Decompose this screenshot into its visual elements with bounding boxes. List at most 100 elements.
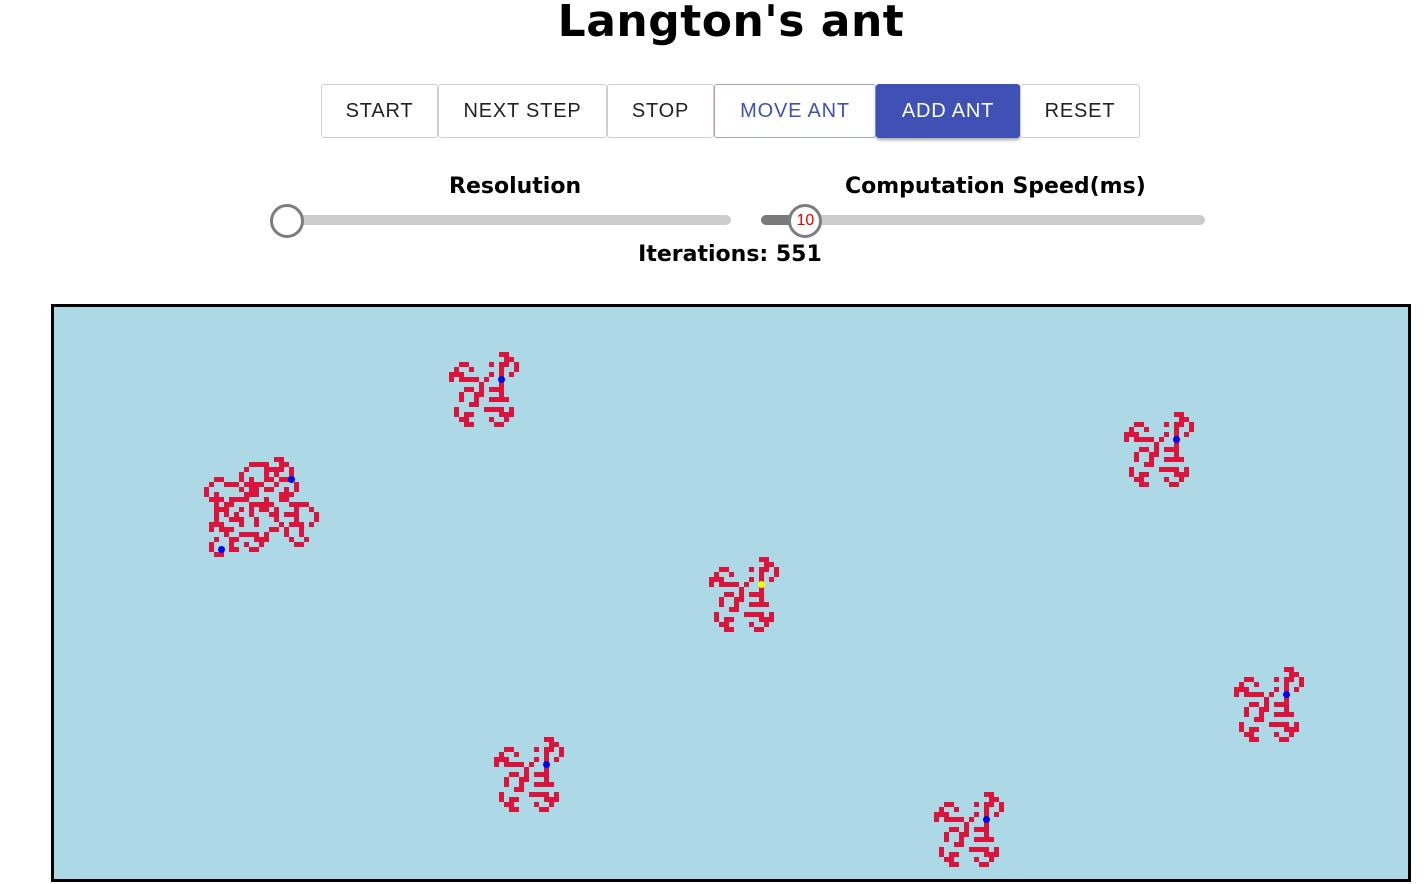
trail-cell <box>1144 427 1149 432</box>
trail-cell <box>464 417 469 422</box>
trail-cell <box>459 397 464 402</box>
trail-cell <box>499 412 504 417</box>
trail-cell <box>289 522 294 527</box>
add-ant-button[interactable]: ADD ANT <box>876 84 1020 138</box>
trail-cell <box>504 757 509 762</box>
trail-cell <box>984 802 989 807</box>
resolution-slider-track[interactable] <box>287 215 731 225</box>
trail-cell <box>1249 732 1254 737</box>
trail-cell <box>1269 692 1274 697</box>
trail-cell <box>454 367 459 372</box>
trail-cell <box>1179 477 1184 482</box>
stop-button[interactable]: STOP <box>607 84 714 138</box>
speed-slider-track[interactable] <box>761 215 1205 225</box>
trail-cell <box>539 782 544 787</box>
trail-cell <box>244 497 249 502</box>
trail-cell <box>254 522 259 527</box>
reset-button[interactable]: RESET <box>1020 84 1140 138</box>
ant[interactable] <box>498 376 505 383</box>
trail-cell <box>259 462 264 467</box>
trail-cell <box>984 807 989 812</box>
trail-cell <box>249 477 254 482</box>
ant[interactable] <box>983 816 990 823</box>
trail-cell <box>954 807 959 812</box>
selected-ant[interactable] <box>758 581 765 588</box>
trail-cell <box>274 527 279 532</box>
trail-cell <box>724 567 729 572</box>
trail-cell <box>299 522 304 527</box>
page-title: Langton's ant <box>557 0 905 47</box>
trail-cell <box>1164 432 1169 437</box>
trail-cell <box>989 837 994 842</box>
trail-cell <box>754 592 759 597</box>
trail-cell <box>514 362 519 367</box>
trail-cell <box>1249 677 1254 682</box>
trail-cell <box>509 747 514 752</box>
trail-cell <box>1134 422 1139 427</box>
trail-cell <box>1244 707 1249 712</box>
trail-cell <box>1184 467 1189 472</box>
trail-cell <box>274 482 279 487</box>
trail-cell <box>759 592 764 597</box>
next-step-button[interactable]: NEXT STEP <box>438 84 607 138</box>
ant-board[interactable] <box>51 304 1411 882</box>
trail-cell <box>979 827 984 832</box>
trail-cell <box>249 532 254 537</box>
trail-cell <box>1139 422 1144 427</box>
trail-cell <box>509 802 514 807</box>
trail-cell <box>729 592 734 597</box>
trail-cell <box>489 397 494 402</box>
move-ant-button[interactable]: MOVE ANT <box>714 84 876 138</box>
trail-cell <box>514 772 519 777</box>
trail-cell <box>714 572 719 577</box>
ant[interactable] <box>1283 691 1290 698</box>
trail-cell <box>719 602 724 607</box>
trail-cell <box>714 612 719 617</box>
trail-cell <box>499 367 504 372</box>
trail-cell <box>1184 432 1189 437</box>
trail-cell <box>224 502 229 507</box>
trail-cell <box>519 787 524 792</box>
trail-cell <box>479 392 484 397</box>
resolution-label: Resolution <box>449 174 582 199</box>
trail-cell <box>729 627 734 632</box>
trail-cell <box>544 797 549 802</box>
trail-cell <box>749 602 754 607</box>
trail-cell <box>1274 722 1279 727</box>
trail-cell <box>304 502 309 507</box>
trail-cell <box>1249 727 1254 732</box>
trail-cell <box>764 617 769 622</box>
ant-grid-canvas[interactable] <box>54 307 1408 879</box>
trail-cell <box>494 387 499 392</box>
trail-cell <box>214 537 219 542</box>
trail-cell <box>224 482 229 487</box>
ant[interactable] <box>218 546 225 553</box>
trail-cell <box>509 372 514 377</box>
trail-cell <box>1169 457 1174 462</box>
trail-cell <box>554 757 559 762</box>
trail-cell <box>214 512 219 517</box>
ant[interactable] <box>288 476 295 483</box>
trail-cell <box>229 482 234 487</box>
trail-cell <box>514 752 519 757</box>
ant[interactable] <box>543 761 550 768</box>
trail-cell <box>1299 682 1304 687</box>
trail-cell <box>719 577 724 582</box>
start-button[interactable]: START <box>321 84 438 138</box>
trail-cell <box>954 862 959 867</box>
trail-cell <box>1184 472 1189 477</box>
trail-cell <box>1289 732 1294 737</box>
trail-cell <box>939 807 944 812</box>
ant[interactable] <box>1173 436 1180 443</box>
resolution-slider-thumb[interactable] <box>270 204 304 238</box>
trail-cell <box>1294 687 1299 692</box>
trail-cell <box>264 472 269 477</box>
trail-cell <box>264 477 269 482</box>
trail-cell <box>1149 437 1154 442</box>
trail-cell <box>494 757 499 762</box>
toolbar: START NEXT STEP STOP MOVE ANT ADD ANT RE… <box>321 84 1140 138</box>
speed-slider-thumb[interactable]: 10 <box>788 204 823 238</box>
trail-cell <box>299 502 304 507</box>
trail-cell <box>494 762 499 767</box>
trail-cell <box>744 582 749 587</box>
